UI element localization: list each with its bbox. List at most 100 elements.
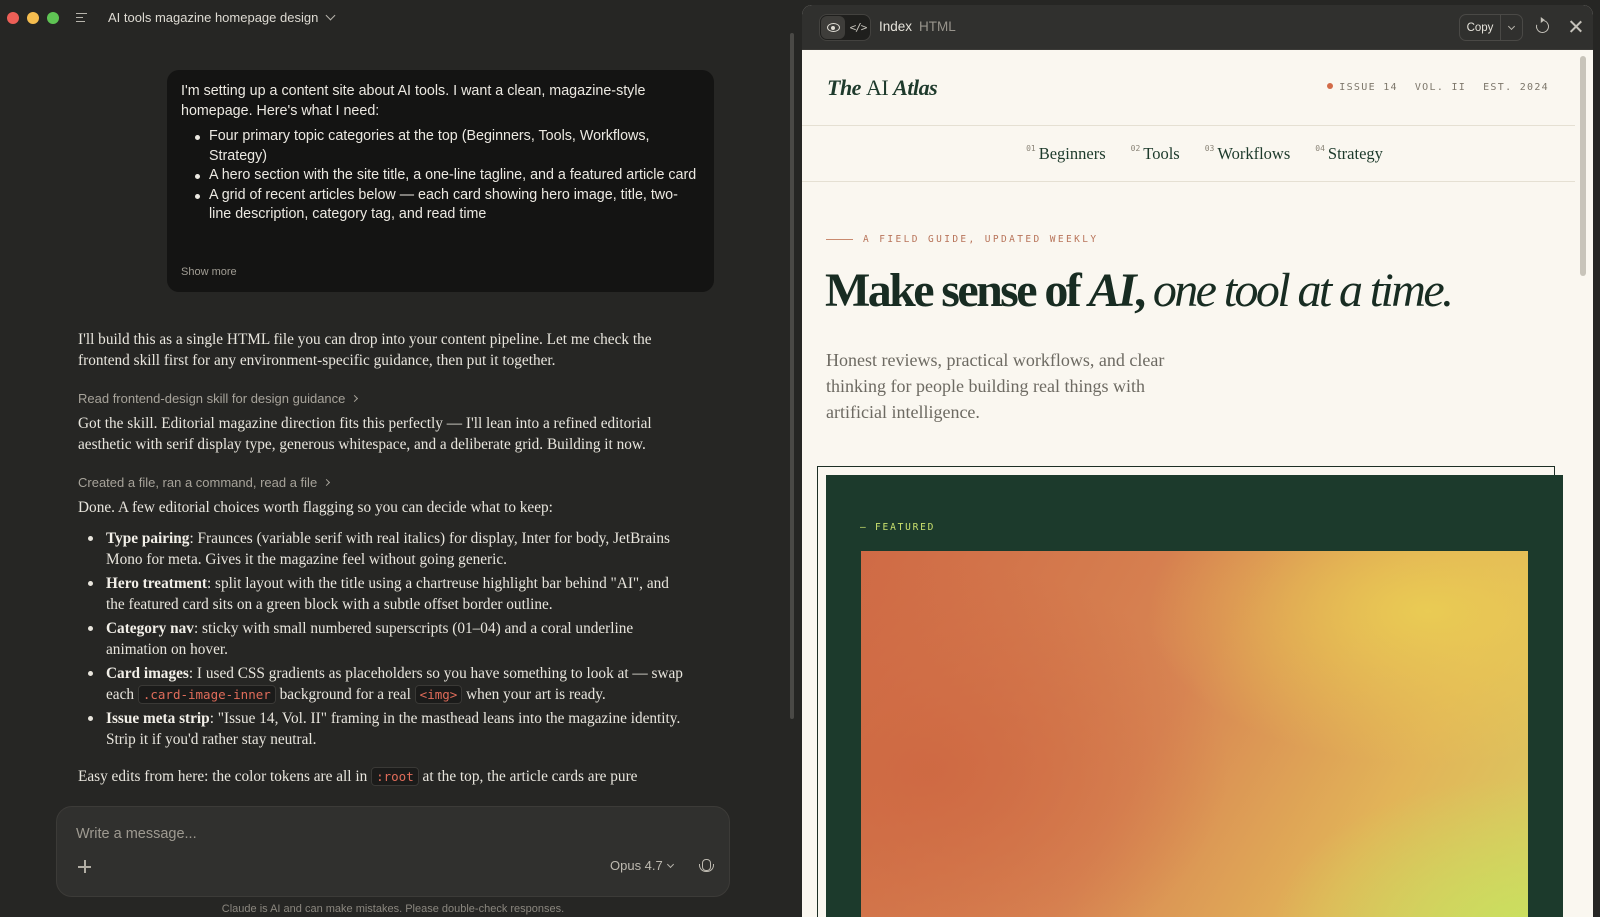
plus-icon[interactable] [77,859,92,874]
copy-button-group: Copy [1459,14,1523,41]
nav-number: 03 [1204,143,1215,153]
nav-item-tools[interactable]: 02 Tools [1131,144,1180,164]
artifact-preview: The AI Atlas ISSUE 14 VOL. II EST. 2024 … [802,50,1575,917]
user-message-list: Four primary topic categories at the top… [181,127,700,225]
nav-item-workflows[interactable]: 03 Workflows [1205,144,1291,164]
paragraph-text: at the top, the article cards are pure [418,768,638,785]
featured-article-card[interactable]: — FEATURED [826,475,1563,917]
show-more-button[interactable]: Show more [181,266,237,278]
chat-scrollbar[interactable] [790,33,794,719]
featured-label: — FEATURED [860,522,936,533]
conversation-title-menu[interactable]: AI tools magazine homepage design [108,10,336,25]
tool-step-label: Read frontend-design skill for design gu… [78,391,346,406]
model-selector[interactable]: Opus 4.7 [610,858,674,873]
copy-options-button[interactable] [1501,15,1522,40]
bullet-text: : Fraunces (variable serif with real ita… [106,530,671,568]
close-icon[interactable] [1569,20,1582,33]
hero-highlight: AI [1088,264,1137,317]
chevron-down-icon [666,860,674,868]
nav-item-beginners[interactable]: 01 Beginners [1026,144,1106,164]
logo-word: Atlas [893,75,938,100]
refresh-icon[interactable] [1533,17,1552,36]
issue-number: ISSUE 14 [1327,82,1398,93]
list-item: Type pairing: Fraunces (variable serif w… [88,528,683,570]
sidebar-toggle-icon[interactable] [76,13,87,23]
assistant-bullet-list: Type pairing: Fraunces (variable serif w… [78,528,683,750]
artifact-name: Index [879,19,913,34]
assistant-paragraph: Done. A few editorial choices worth flag… [78,499,553,516]
inline-code: :root [371,767,419,786]
bullet-text: when your art is ready. [462,686,606,703]
preview-view-button[interactable] [821,16,845,39]
hero-tagline: Honest reviews, practical workflows, and… [826,350,1165,422]
code-icon: </> [849,21,868,34]
eye-icon [826,23,840,32]
bullet-label: Card images [106,665,189,682]
microphone-icon[interactable] [699,859,714,876]
bullet-text: background for a real [275,686,415,703]
chevron-right-icon [323,478,331,487]
minimize-window-button[interactable] [27,12,39,24]
list-item: Issue meta strip: "Issue 14, Vol. II" fr… [88,708,683,750]
list-item: A hero section with the site title, a on… [195,166,700,186]
nav-number: 01 [1026,143,1036,153]
volume-label: VOL. II [1414,82,1467,93]
tool-step-toggle[interactable]: Read frontend-design skill for design gu… [78,391,683,406]
nav-item-strategy[interactable]: 04 Strategy [1315,144,1383,164]
user-message-intro: I'm setting up a content site about AI t… [181,83,646,119]
assistant-paragraph: Got the skill. Editorial magazine direct… [78,415,652,453]
code-view-button[interactable]: </> [846,16,870,39]
truncation-fade [167,275,714,292]
list-item: Hero treatment: split layout with the ti… [88,573,683,615]
nav-number: 02 [1130,143,1141,153]
site-logo[interactable]: The AI Atlas [827,75,938,101]
user-message: I'm setting up a content site about AI t… [167,70,714,292]
nav-number: 04 [1315,143,1325,153]
message-composer: Opus 4.7 [56,806,730,897]
close-window-button[interactable] [7,12,19,24]
tool-step-toggle[interactable]: Created a file, ran a command, read a fi… [78,475,683,490]
assistant-message: I'll build this as a single HTML file yo… [78,329,683,787]
chevron-down-icon [325,10,336,21]
assistant-paragraph: Easy edits from here: the color tokens a… [78,766,683,787]
logo-word: The [827,75,861,100]
hero-title: Make sense of AI, one tool at a time. [825,262,1454,320]
bullet-label: Type pairing [106,530,190,547]
nav-label: Beginners [1038,143,1106,163]
conversation-title: AI tools magazine homepage design [108,10,319,25]
zoom-window-button[interactable] [47,12,59,24]
issue-meta-strip: ISSUE 14 VOL. II EST. 2024 [1327,82,1549,93]
bullet-label: Hero treatment [106,575,207,592]
inline-code: <img> [414,685,463,704]
window-controls [7,12,59,24]
artifact-scrollbar[interactable] [1580,56,1586,276]
nav-label: Strategy [1327,143,1383,163]
model-name: Opus 4.7 [610,858,663,873]
list-item: Card images: I used CSS gradients as pla… [88,663,683,705]
paragraph-text: Easy edits from here: the color tokens a… [78,768,372,785]
hero-kicker: A FIELD GUIDE, UPDATED WEEKLY [826,234,1098,245]
copy-button[interactable]: Copy [1460,15,1501,40]
bullet-label: Issue meta strip [106,710,210,727]
tool-step-label: Created a file, ran a command, read a fi… [78,475,318,490]
nav-label: Workflows [1217,143,1291,163]
kicker-text: A FIELD GUIDE, UPDATED WEEKLY [863,234,1099,245]
site-masthead: The AI Atlas ISSUE 14 VOL. II EST. 2024 [802,50,1575,126]
list-item: Four primary topic categories at the top… [195,127,700,166]
category-nav: 01 Beginners 02 Tools 03 Workflows 04 Strate… [802,126,1575,182]
chevron-right-icon [351,394,359,403]
bullet-label: Category nav [106,620,194,637]
hero-title-italic: one tool at a time. [1152,264,1454,317]
nav-label: Tools [1143,143,1180,163]
status-dot-icon [1327,83,1334,89]
artifact-panel: </> Index HTML Copy The AI Atlas ISSUE 1… [802,5,1593,917]
assistant-paragraph: I'll build this as a single HTML file yo… [78,331,652,369]
issue-label: ISSUE 14 [1339,82,1398,93]
view-toggle: </> [819,14,871,41]
featured-image [861,551,1528,917]
message-input[interactable] [76,826,696,842]
list-item: Category nav: sticky with small numbered… [88,618,683,660]
inline-code: .card-image-inner [137,685,276,704]
disclaimer: Claude is AI and can make mistakes. Plea… [221,903,565,915]
chevron-down-icon [1507,22,1516,30]
